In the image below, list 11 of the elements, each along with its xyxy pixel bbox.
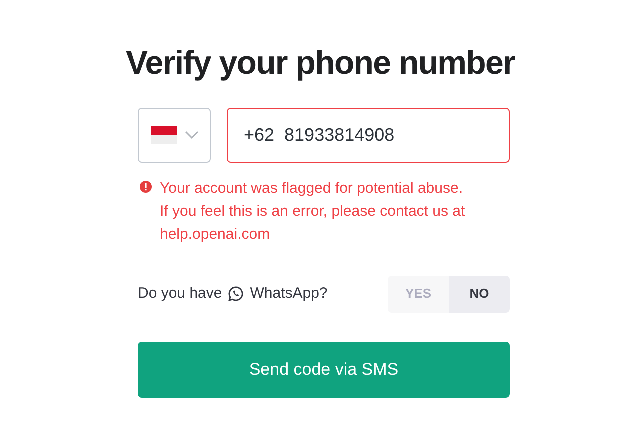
phone-field[interactable]: +62 81933814908 [227, 108, 510, 162]
flag-icon [150, 126, 176, 144]
country-select[interactable] [138, 108, 211, 162]
whatsapp-label: WhatsApp? [250, 284, 328, 304]
error-icon [140, 180, 152, 192]
error-message: Your account was flagged for potential abuse. If you feel this is an error, please contact us at help.openai.com [160, 178, 466, 244]
chevron-down-icon [184, 131, 198, 139]
page-title: Verify your phone number [126, 43, 516, 83]
whatsapp-question: Do you have [138, 284, 222, 304]
toggle-option[interactable]: NO [449, 276, 510, 312]
chat-bubble-icon [228, 286, 244, 302]
